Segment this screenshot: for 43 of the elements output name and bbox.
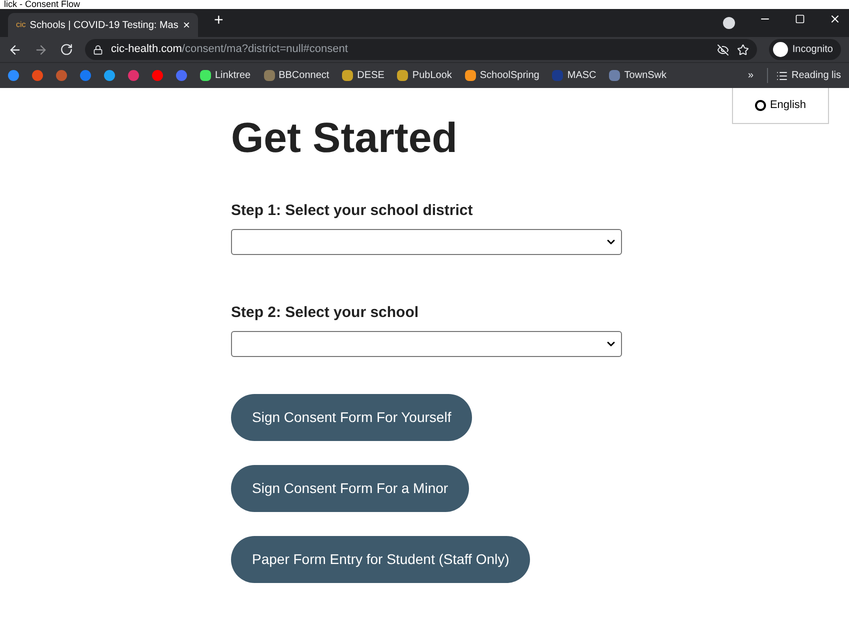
bookmark[interactable]: TownSwk <box>609 68 667 83</box>
bookmark[interactable]: Linktree <box>200 68 251 83</box>
language-button[interactable]: English <box>732 88 829 124</box>
bookmark-icon[interactable] <box>80 70 91 81</box>
reading-list-link[interactable]: Reading lis <box>792 68 841 83</box>
bookmark[interactable]: SchoolSpring <box>464 68 540 83</box>
consent-button[interactable]: Paper Form Entry for Student (Staff Only) <box>231 536 530 583</box>
url: cic-health.com/consent/ma?district=null#consent <box>111 42 349 58</box>
consent-button[interactable]: Sign Consent Form For Yourself <box>231 394 472 441</box>
back-icon[interactable] <box>8 42 22 56</box>
bookmark-icon[interactable] <box>176 70 187 81</box>
bookmark-icon[interactable] <box>8 70 19 81</box>
close-icon[interactable]: × <box>182 16 190 34</box>
browser-tab[interactable]: cic Schools | COVID-19 Testing: Mas × <box>8 13 198 37</box>
step-label: Step 1: Select your school district <box>231 201 474 221</box>
reload-icon[interactable] <box>60 43 73 56</box>
bookmark[interactable]: MASC <box>552 68 596 83</box>
bookmark-icon[interactable] <box>152 70 163 81</box>
profile-button[interactable]: Incognito <box>769 39 841 60</box>
select-field[interactable] <box>231 229 622 255</box>
favicon: cic <box>16 19 26 31</box>
forward-icon[interactable] <box>34 42 48 56</box>
lock-icon <box>93 44 103 54</box>
select-field[interactable] <box>231 331 622 357</box>
consent-button[interactable]: Sign Consent Form For a Minor <box>231 465 470 512</box>
bookmark-icon[interactable] <box>104 70 115 81</box>
bookmark-icon[interactable] <box>32 70 43 81</box>
caption: lick - Consent Flow <box>3 0 82 9</box>
new-tab-button[interactable]: + <box>214 9 224 33</box>
bookmark[interactable]: PubLook <box>397 68 452 83</box>
step-label: Step 2: Select your school <box>231 303 420 323</box>
star-icon[interactable] <box>737 44 750 56</box>
page-heading: Get Started <box>231 113 458 163</box>
bookmark-icon[interactable] <box>56 70 67 81</box>
address-bar[interactable]: cic-health.com/consent/ma?district=null#consent <box>85 39 758 60</box>
tab-title: Schools | COVID-19 Testing: Mas <box>30 18 179 32</box>
bookmark-icon[interactable] <box>128 70 139 81</box>
bookmark[interactable]: DESE <box>342 68 384 83</box>
bookmark[interactable]: BBConnect <box>264 68 330 83</box>
eye-off-icon[interactable] <box>717 44 730 56</box>
close-icon[interactable] <box>829 13 841 25</box>
more-bookmarks[interactable]: » <box>748 68 754 83</box>
maximize-icon[interactable] <box>795 14 805 24</box>
